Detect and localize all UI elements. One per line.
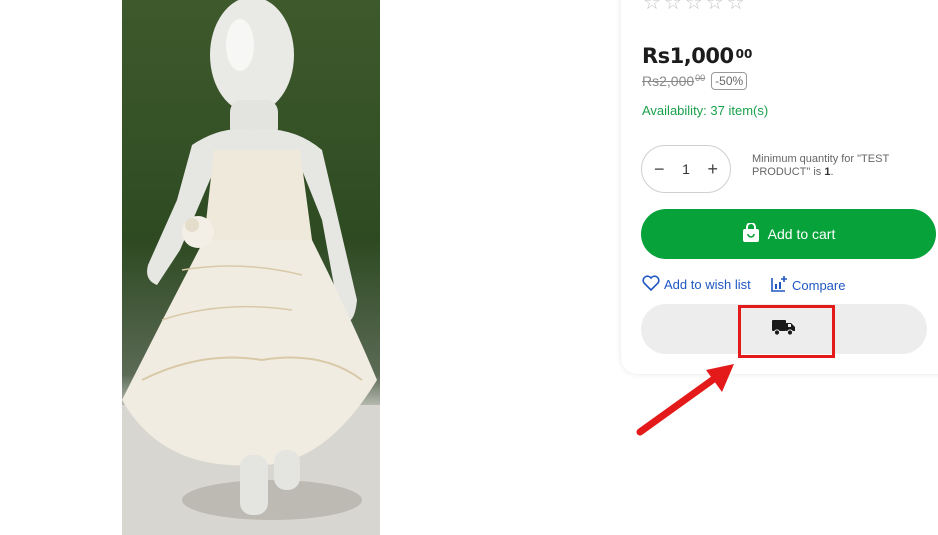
original-price-amount: Rs2,000 [642,73,695,89]
minimum-quantity-suffix: . [830,166,834,178]
quantity-value[interactable]: 1 [682,161,690,177]
compare-icon [770,275,788,296]
product-image[interactable] [122,0,380,535]
wishlist-label: Add to wish list [664,277,751,292]
shopping-bag-icon [742,221,760,246]
annotation-highlight-box [738,305,835,358]
compare-link[interactable]: Compare [770,275,845,296]
compare-label: Compare [792,278,846,293]
minimum-quantity-note: Minimum quantity for "TEST PRODUCT" is 1… [752,153,927,179]
increase-quantity-button[interactable]: + [707,159,718,180]
add-to-wishlist-link[interactable]: Add to wish list [642,275,751,294]
annotation-arrow [636,364,734,436]
rating-stars[interactable]: ☆☆☆☆☆ [643,0,748,15]
discount-badge: -50% [711,72,748,90]
decrease-quantity-button[interactable]: − [654,159,665,180]
minimum-quantity-text: Minimum quantity for "TEST PRODUCT" is [752,153,889,178]
quantity-stepper[interactable]: − 1 + [641,145,731,193]
original-price: Rs2,000 00 -50% [642,72,748,90]
current-price: Rs1,000 00 [642,44,752,68]
product-photo-illustration [122,0,380,535]
availability-text: Availability: 37 item(s) [642,103,769,118]
current-price-cents: 00 [735,47,753,61]
add-to-cart-label: Add to cart [767,226,836,242]
heart-icon [642,275,660,294]
add-to-cart-button[interactable]: Add to cart [641,209,936,259]
original-price-cents: 00 [695,73,706,83]
current-price-amount: Rs1,000 [642,44,734,68]
